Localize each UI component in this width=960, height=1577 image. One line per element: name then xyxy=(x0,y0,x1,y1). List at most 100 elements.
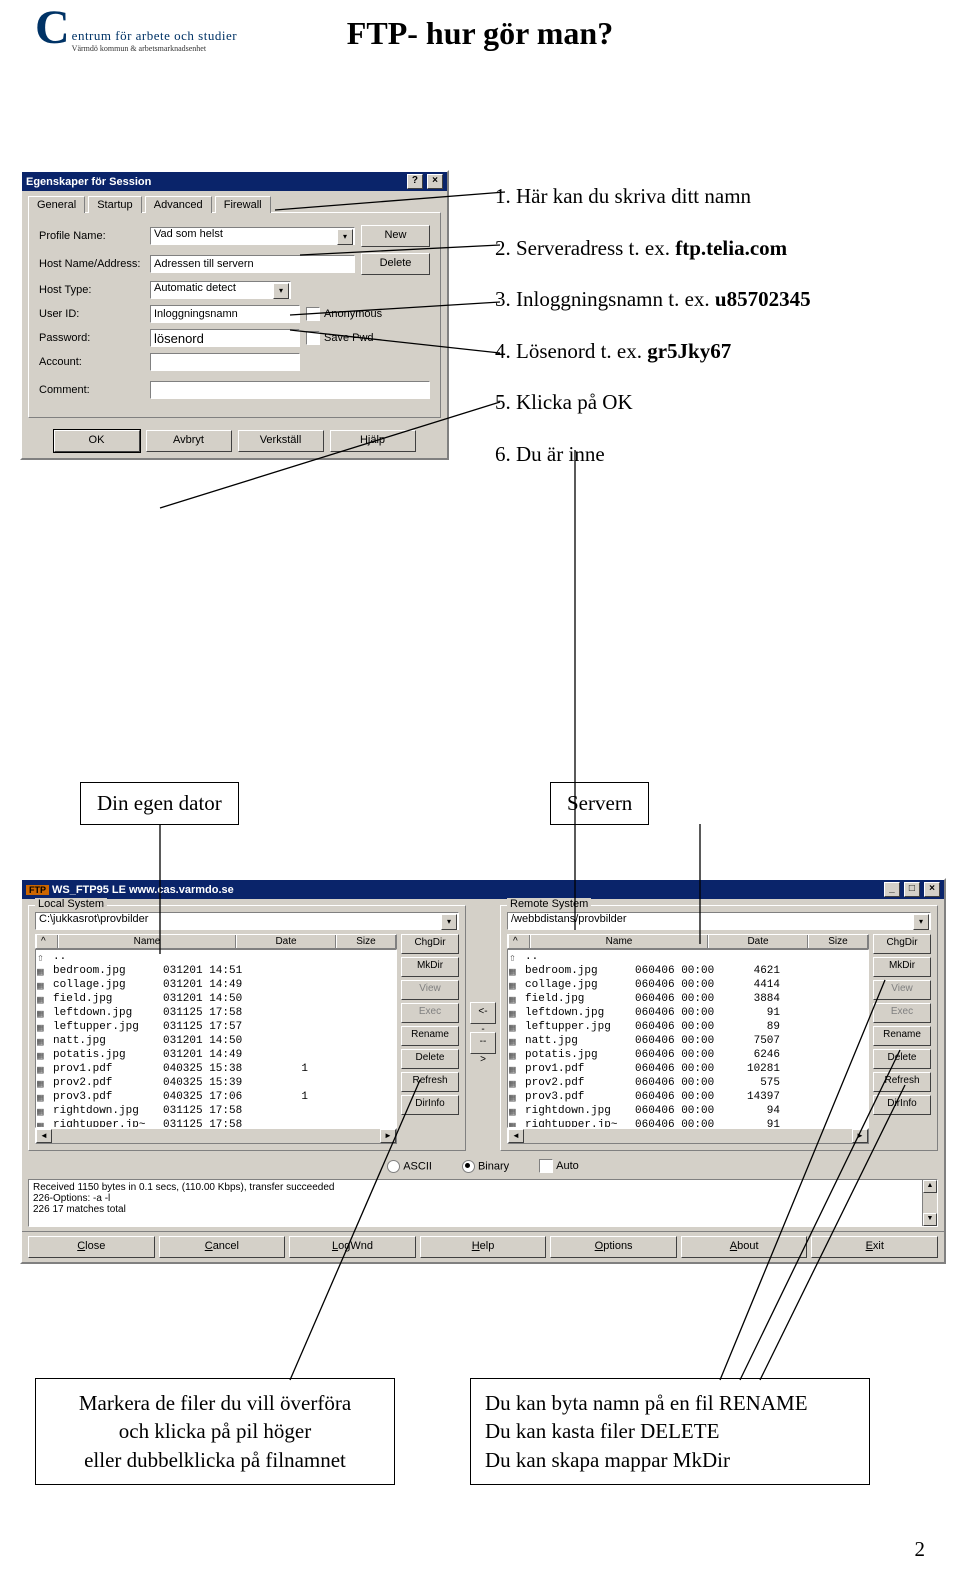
local-path-select[interactable]: C:\jukkasrot\provbilder xyxy=(35,912,459,930)
savepwd-checkbox[interactable]: Save Pwd xyxy=(306,331,396,345)
file-row[interactable]: ▦potatis.jpg031201 14:49 xyxy=(37,1049,395,1063)
binary-radio[interactable]: Binary xyxy=(462,1160,509,1173)
tab-firewall[interactable]: Firewall xyxy=(215,196,271,213)
file-row[interactable]: ▦prov3.pdf040325 17:061 xyxy=(37,1091,395,1105)
chgdir-button[interactable]: ChgDir xyxy=(873,934,931,954)
exit-button[interactable]: Exit xyxy=(811,1236,938,1258)
profile-name-select[interactable]: Vad som helst xyxy=(150,227,355,245)
mkdir-button[interactable]: MkDir xyxy=(873,957,931,977)
file-row[interactable]: ▦potatis.jpg060406 00:006246 xyxy=(509,1049,867,1063)
remote-path-select[interactable]: /webbdistans/provbilder xyxy=(507,912,931,930)
file-row[interactable]: ▦prov2.pdf040325 15:39 xyxy=(37,1077,395,1091)
remote-list-header[interactable]: ^ Name Date Size xyxy=(507,934,869,949)
refresh-button[interactable]: Refresh xyxy=(401,1072,459,1092)
cancel-button[interactable]: Cancel xyxy=(159,1236,286,1258)
minimize-icon[interactable]: _ xyxy=(884,882,900,897)
exec-button[interactable]: Exec xyxy=(401,1003,459,1023)
dirinfo-button[interactable]: DirInfo xyxy=(401,1095,459,1115)
col-name[interactable]: Name xyxy=(58,935,236,948)
file-row[interactable]: ▦bedroom.jpg060406 00:004621 xyxy=(509,965,867,979)
ascii-radio[interactable]: ASCII xyxy=(387,1160,432,1173)
file-row[interactable]: ▦collage.jpg031201 14:49 xyxy=(37,979,395,993)
rename-button[interactable]: Rename xyxy=(401,1026,459,1046)
tab-advanced[interactable]: Advanced xyxy=(145,196,212,213)
file-row[interactable]: ▦leftupper.jpg060406 00:0089 xyxy=(509,1021,867,1035)
log-area[interactable]: Received 1150 bytes in 0.1 secs, (110.00… xyxy=(28,1179,938,1227)
mkdir-button[interactable]: MkDir xyxy=(401,957,459,977)
file-row[interactable]: ⇧.. xyxy=(509,951,867,965)
help-icon[interactable]: ? xyxy=(407,174,423,189)
file-row[interactable]: ▦prov3.pdf060406 00:0014397 xyxy=(509,1091,867,1105)
file-row[interactable]: ▦field.jpg031201 14:50 xyxy=(37,993,395,1007)
close-button[interactable]: Close xyxy=(28,1236,155,1258)
tab-general[interactable]: General xyxy=(28,196,85,213)
maximize-icon[interactable]: □ xyxy=(904,882,920,897)
cancel-button[interactable]: Avbryt xyxy=(146,430,232,452)
file-row[interactable]: ▦leftdown.jpg060406 00:0091 xyxy=(509,1007,867,1021)
transfer-left-button[interactable]: <-- xyxy=(470,1002,496,1024)
host-input[interactable] xyxy=(150,255,355,273)
comment-input[interactable] xyxy=(150,381,430,399)
dirinfo-button[interactable]: DirInfo xyxy=(873,1095,931,1115)
delete-button[interactable]: Delete xyxy=(873,1049,931,1069)
dialog-titlebar[interactable]: Egenskaper för Session ? × xyxy=(22,172,447,191)
ok-button[interactable]: OK xyxy=(54,430,140,452)
anonymous-checkbox[interactable]: Anonymous xyxy=(306,307,396,321)
view-button[interactable]: View xyxy=(873,980,931,1000)
file-row[interactable]: ▦rightupper.jp~060406 00:0091 xyxy=(509,1119,867,1128)
remote-file-list[interactable]: ⇧..▦bedroom.jpg060406 00:004621▦collage.… xyxy=(507,949,869,1128)
help-button[interactable]: Help xyxy=(420,1236,547,1258)
file-row[interactable]: ▦prov1.pdf060406 00:0010281 xyxy=(509,1063,867,1077)
col-name[interactable]: Name xyxy=(530,935,708,948)
file-row[interactable]: ▦bedroom.jpg031201 14:51 xyxy=(37,965,395,979)
sort-caret[interactable]: ^ xyxy=(508,935,530,948)
refresh-button[interactable]: Refresh xyxy=(873,1072,931,1092)
file-row[interactable]: ▦rightdown.jpg031125 17:58 xyxy=(37,1105,395,1119)
profile-value: Vad som helst xyxy=(154,228,223,240)
rename-button[interactable]: Rename xyxy=(873,1026,931,1046)
userid-input[interactable] xyxy=(150,305,300,323)
file-row[interactable]: ▦leftupper.jpg031125 17:57 xyxy=(37,1021,395,1035)
remote-scrollbar[interactable]: ◄► xyxy=(507,1128,869,1144)
file-row[interactable]: ▦rightdown.jpg060406 00:0094 xyxy=(509,1105,867,1119)
apply-button[interactable]: Verkställ xyxy=(238,430,324,452)
delete-button[interactable]: Delete xyxy=(401,1049,459,1069)
ftp-titlebar[interactable]: FTPWS_FTP95 LE www.cas.varmdo.se _ □ × xyxy=(22,880,944,899)
delete-button[interactable]: Delete xyxy=(361,253,430,275)
logwnd-button[interactable]: LogWnd xyxy=(289,1236,416,1258)
hosttype-select[interactable]: Automatic detect xyxy=(150,281,291,299)
log-scrollbar[interactable]: ▲▼ xyxy=(922,1180,937,1226)
new-button[interactable]: New xyxy=(361,225,430,247)
col-date[interactable]: Date xyxy=(236,935,336,948)
about-button[interactable]: About xyxy=(681,1236,808,1258)
transfer-right-button[interactable]: --> xyxy=(470,1032,496,1054)
account-input[interactable] xyxy=(150,353,300,371)
file-row[interactable]: ⇧.. xyxy=(37,951,395,965)
file-row[interactable]: ▦rightupper.jp~031125 17:58 xyxy=(37,1119,395,1128)
arrow-line xyxy=(570,450,580,930)
exec-button[interactable]: Exec xyxy=(873,1003,931,1023)
file-row[interactable]: ▦natt.jpg031201 14:50 xyxy=(37,1035,395,1049)
tab-startup[interactable]: Startup xyxy=(88,196,141,213)
local-file-list[interactable]: ⇧..▦bedroom.jpg031201 14:51▦collage.jpg0… xyxy=(35,949,397,1128)
view-button[interactable]: View xyxy=(401,980,459,1000)
col-date[interactable]: Date xyxy=(708,935,808,948)
password-input[interactable] xyxy=(150,329,300,347)
local-list-header[interactable]: ^ Name Date Size xyxy=(35,934,397,949)
local-scrollbar[interactable]: ◄► xyxy=(35,1128,397,1144)
help-button[interactable]: Hjälp xyxy=(330,430,416,452)
file-row[interactable]: ▦field.jpg060406 00:003884 xyxy=(509,993,867,1007)
auto-checkbox[interactable]: Auto xyxy=(539,1159,579,1173)
chgdir-button[interactable]: ChgDir xyxy=(401,934,459,954)
file-row[interactable]: ▦leftdown.jpg031125 17:58 xyxy=(37,1007,395,1021)
close-icon[interactable]: × xyxy=(427,174,443,189)
file-row[interactable]: ▦natt.jpg060406 00:007507 xyxy=(509,1035,867,1049)
close-icon[interactable]: × xyxy=(924,882,940,897)
options-button[interactable]: Options xyxy=(550,1236,677,1258)
sort-caret[interactable]: ^ xyxy=(36,935,58,948)
col-size[interactable]: Size xyxy=(336,935,396,948)
file-row[interactable]: ▦collage.jpg060406 00:004414 xyxy=(509,979,867,993)
file-row[interactable]: ▦prov1.pdf040325 15:381 xyxy=(37,1063,395,1077)
col-size[interactable]: Size xyxy=(808,935,868,948)
file-row[interactable]: ▦prov2.pdf060406 00:00575 xyxy=(509,1077,867,1091)
